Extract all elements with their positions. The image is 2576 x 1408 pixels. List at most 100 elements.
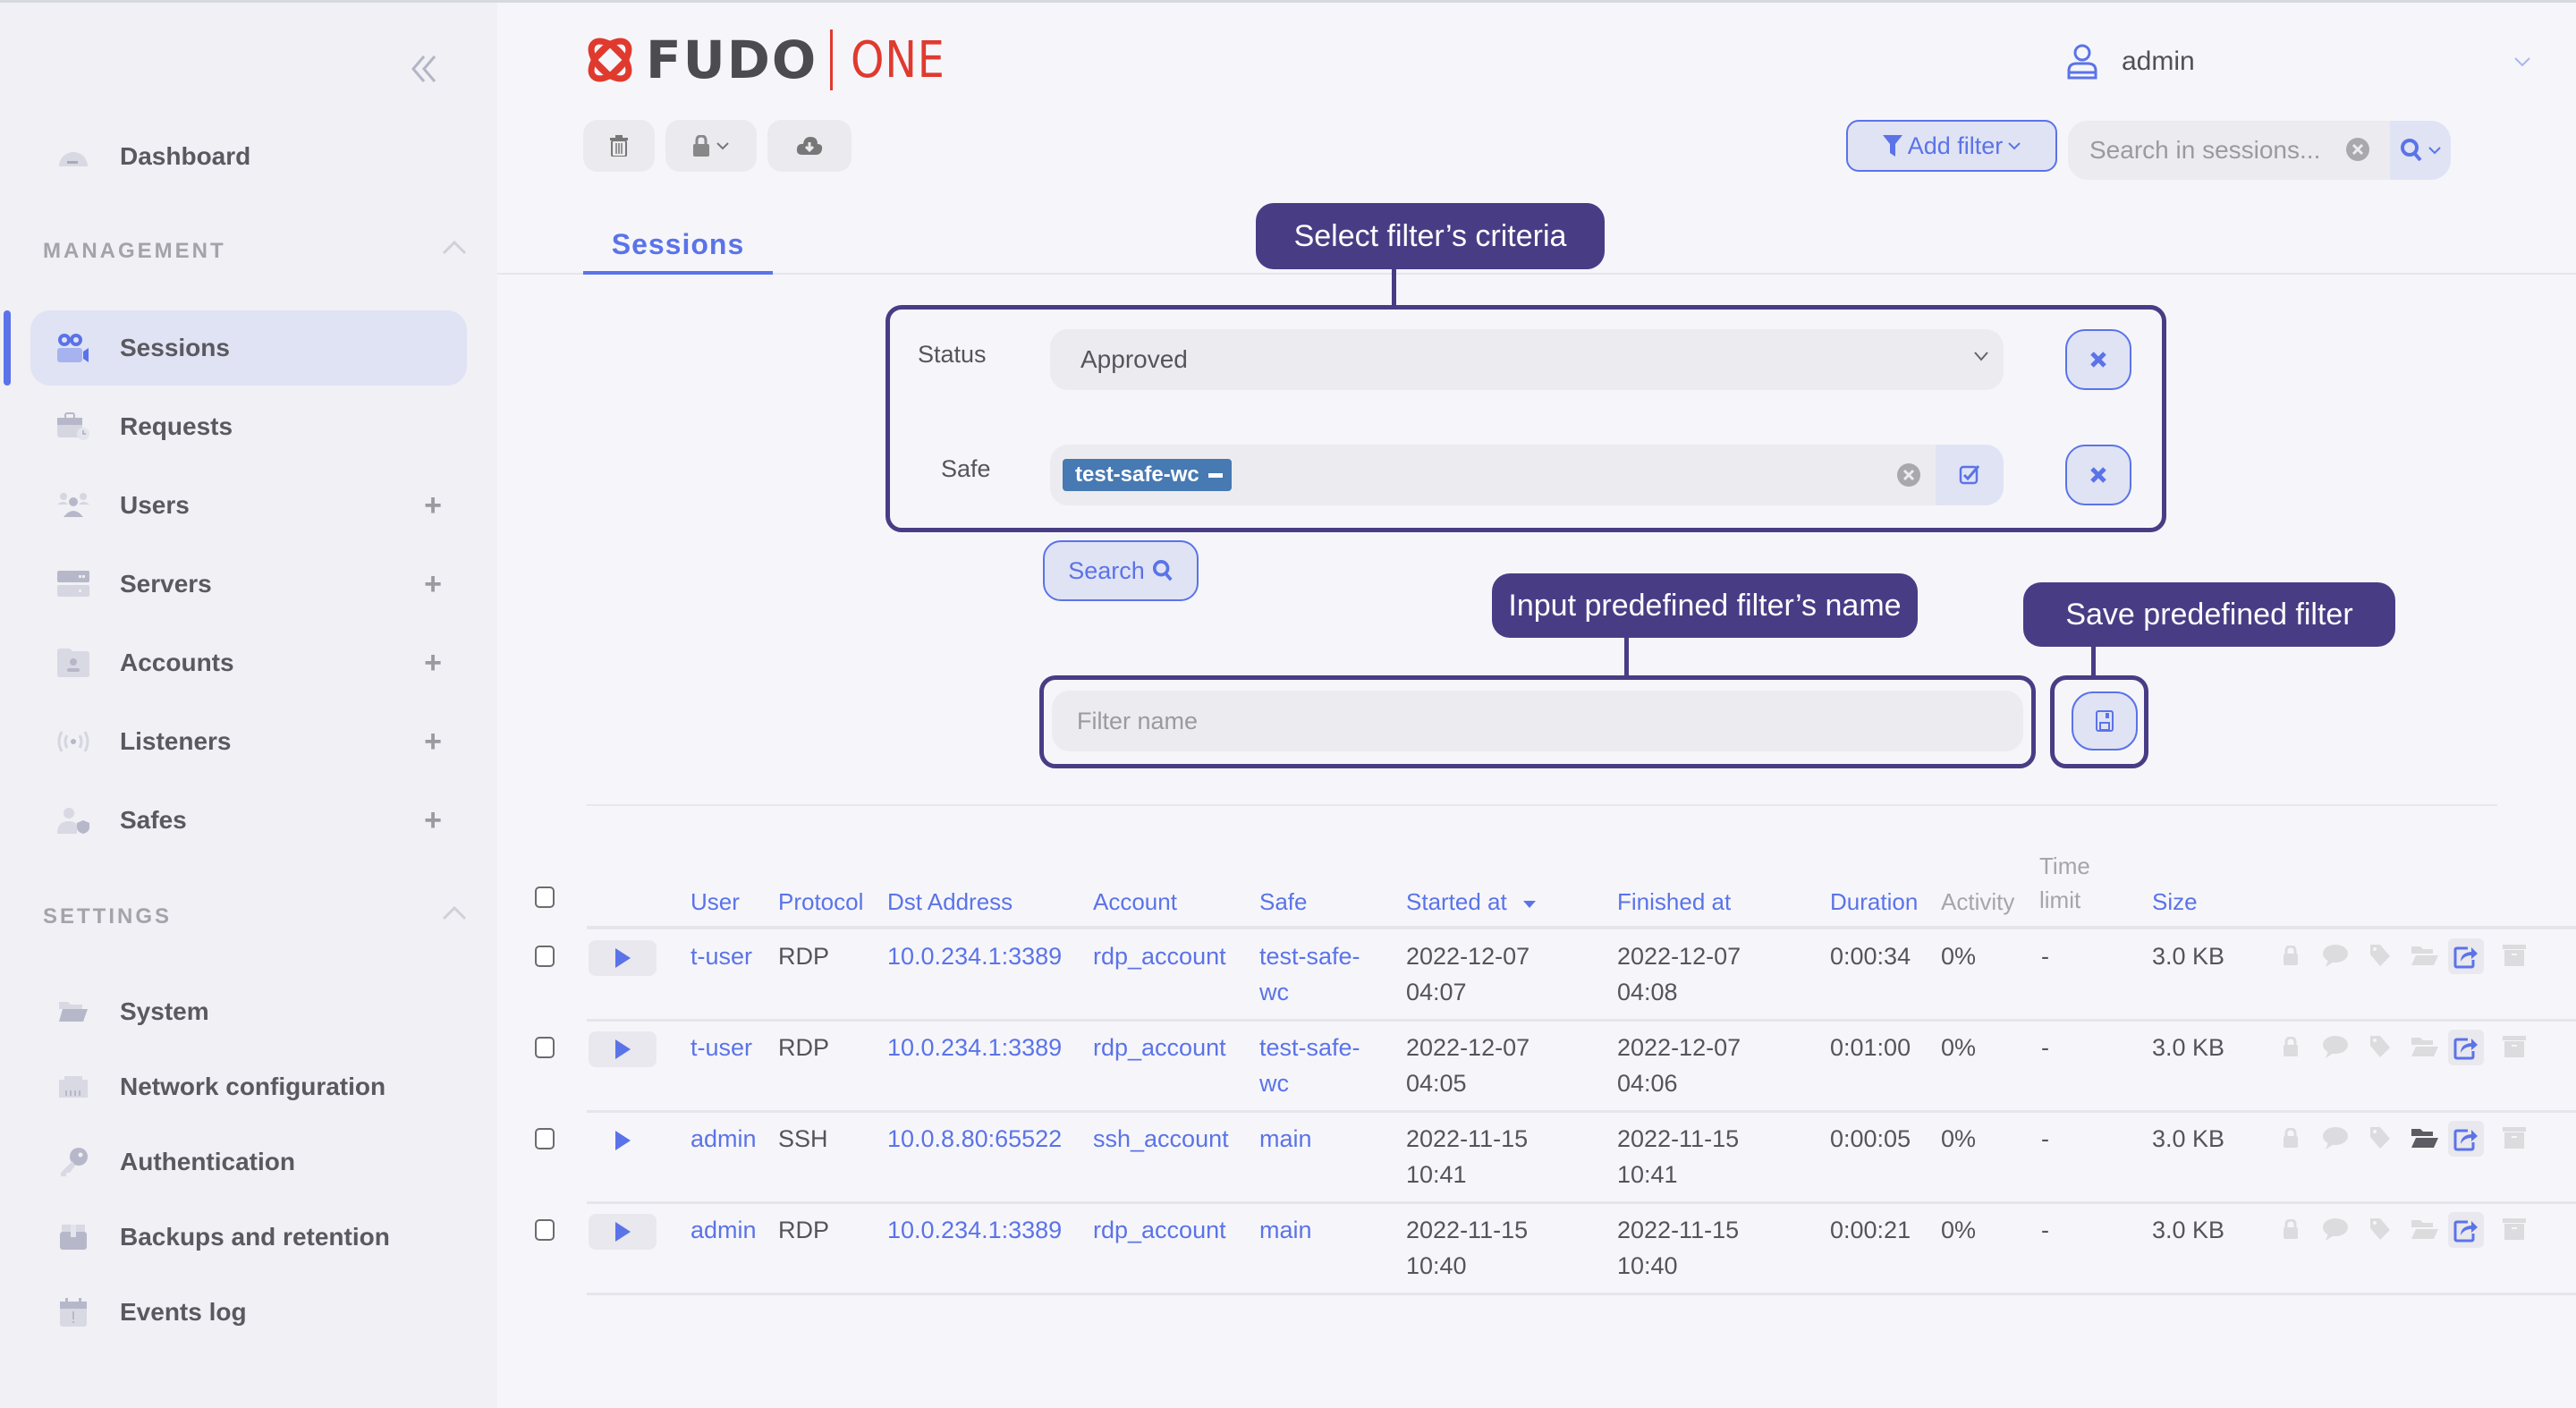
cell-account[interactable]: rdp_account (1093, 1030, 1226, 1065)
remove-tag-icon[interactable] (1208, 472, 1223, 478)
add-safe-button[interactable]: + (424, 805, 442, 835)
column-protocol[interactable]: Protocol (778, 888, 863, 916)
cell-user[interactable]: t-user (691, 938, 752, 974)
status-select[interactable]: Approved (1050, 329, 2004, 390)
sidebar-item-events-log[interactable]: Events log (30, 1275, 467, 1350)
select-safes-button[interactable] (1936, 445, 2004, 505)
share-action-button[interactable] (2448, 1212, 2484, 1248)
sessions-table-header: User Protocol Dst Address Account Safe S… (497, 852, 2576, 928)
search-input[interactable] (2068, 121, 2390, 180)
archive-action-button[interactable] (2501, 1216, 2528, 1243)
cell-user[interactable]: admin (691, 1212, 757, 1248)
sidebar-item-system[interactable]: System (30, 974, 467, 1049)
sidebar-item-accounts[interactable]: Accounts + (30, 625, 467, 700)
status-select-value: Approved (1080, 345, 1188, 373)
play-session-button[interactable] (589, 1214, 657, 1250)
folder-open-action-button[interactable] (2411, 1033, 2438, 1060)
safe-tag-input[interactable]: test-safe-wc (1050, 445, 2004, 505)
play-session-button[interactable] (589, 1123, 657, 1158)
share-action-button[interactable] (2448, 1030, 2484, 1065)
share-action-button[interactable] (2448, 938, 2484, 974)
sidebar-item-requests[interactable]: Requests (30, 389, 467, 464)
add-listener-button[interactable]: + (424, 726, 442, 757)
select-all-checkbox[interactable] (535, 886, 555, 908)
column-started-at[interactable]: Started at (1406, 888, 1537, 916)
tag-action-button[interactable] (2367, 1124, 2394, 1151)
comment-action-button[interactable] (2322, 1216, 2349, 1243)
filter-name-input[interactable] (1052, 691, 2023, 751)
remove-safe-filter-button[interactable] (2065, 445, 2131, 505)
column-finished-at[interactable]: Finished at (1617, 888, 1731, 916)
delete-button[interactable] (583, 120, 655, 172)
cell-safe[interactable]: test-safe-wc (1259, 938, 1360, 1010)
row-checkbox[interactable] (535, 1219, 555, 1241)
column-user[interactable]: User (691, 888, 740, 916)
lock-action-button[interactable] (2277, 1216, 2304, 1243)
sidebar-item-safes[interactable]: Safes + (30, 783, 467, 858)
tag-action-button[interactable] (2367, 1033, 2394, 1060)
remove-status-filter-button[interactable] (2065, 329, 2131, 390)
column-dst-address[interactable]: Dst Address (887, 888, 1013, 916)
folder-open-action-button[interactable] (2411, 942, 2438, 969)
cell-safe[interactable]: test-safe-wc (1259, 1030, 1360, 1101)
column-size[interactable]: Size (2152, 888, 2198, 916)
row-checkbox[interactable] (535, 946, 555, 967)
comment-action-button[interactable] (2322, 1033, 2349, 1060)
cell-account[interactable]: rdp_account (1093, 938, 1226, 974)
add-server-button[interactable]: + (424, 569, 442, 599)
comment-action-button[interactable] (2322, 1124, 2349, 1151)
play-session-button[interactable] (589, 1031, 657, 1067)
tab-sessions[interactable]: Sessions (583, 217, 773, 275)
sidebar-item-authentication[interactable]: Authentication (30, 1124, 467, 1200)
search-options-button[interactable] (2390, 121, 2451, 180)
archive-action-button[interactable] (2501, 1033, 2528, 1060)
tag-action-button[interactable] (2367, 1216, 2394, 1243)
row-checkbox[interactable] (535, 1037, 555, 1058)
lock-action-button[interactable] (2277, 942, 2304, 969)
cell-account[interactable]: rdp_account (1093, 1212, 1226, 1248)
cell-dst-address[interactable]: 10.0.8.80:65522 (887, 1121, 1062, 1157)
lock-action-button[interactable] (2277, 1033, 2304, 1060)
add-user-button[interactable]: + (424, 490, 442, 521)
chevron-up-icon[interactable] (442, 239, 467, 257)
cell-dst-address[interactable]: 10.0.234.1:3389 (887, 1030, 1062, 1065)
column-safe[interactable]: Safe (1259, 888, 1308, 916)
sidebar-item-servers[interactable]: Servers + (30, 547, 467, 622)
comment-action-button[interactable] (2322, 942, 2349, 969)
lock-action-button[interactable] (2277, 1124, 2304, 1151)
sidebar-item-backups-and-retention[interactable]: Backups and retention (30, 1200, 467, 1275)
folder-open-action-button[interactable] (2411, 1216, 2438, 1243)
save-filter-button[interactable] (2072, 691, 2138, 751)
tag-action-button[interactable] (2367, 942, 2394, 969)
chevron-up-icon[interactable] (442, 904, 467, 922)
user-menu[interactable]: admin (2066, 38, 2531, 85)
sidebar-item-listeners[interactable]: Listeners + (30, 704, 467, 779)
play-session-button[interactable] (589, 940, 657, 976)
cell-user[interactable]: t-user (691, 1030, 752, 1065)
download-button[interactable] (767, 120, 852, 172)
column-duration[interactable]: Duration (1830, 888, 1918, 916)
sidebar-item-network-configuration[interactable]: Network configuration (30, 1049, 467, 1124)
cell-safe[interactable]: main (1259, 1121, 1312, 1157)
cell-safe[interactable]: main (1259, 1212, 1312, 1248)
clear-search-icon[interactable] (2345, 137, 2370, 162)
share-action-button[interactable] (2448, 1121, 2484, 1157)
sidebar-item-sessions[interactable]: Sessions (30, 310, 467, 386)
cell-user[interactable]: admin (691, 1121, 757, 1157)
column-account[interactable]: Account (1093, 888, 1177, 916)
sidebar-item-users[interactable]: Users + (30, 468, 467, 543)
archive-action-button[interactable] (2501, 942, 2528, 969)
cell-account[interactable]: ssh_account (1093, 1121, 1229, 1157)
lock-dropdown-button[interactable] (665, 120, 757, 172)
clear-tags-icon[interactable] (1896, 462, 1921, 488)
archive-action-button[interactable] (2501, 1124, 2528, 1151)
folder-open-action-button[interactable] (2411, 1124, 2438, 1151)
add-filter-button[interactable]: Add filter (1846, 120, 2057, 172)
cell-dst-address[interactable]: 10.0.234.1:3389 (887, 1212, 1062, 1248)
add-account-button[interactable]: + (424, 648, 442, 678)
search-button[interactable]: Search (1043, 540, 1199, 601)
collapse-sidebar-button[interactable] (404, 49, 444, 89)
row-checkbox[interactable] (535, 1128, 555, 1149)
sidebar-item-dashboard[interactable]: Dashboard (30, 119, 467, 194)
cell-dst-address[interactable]: 10.0.234.1:3389 (887, 938, 1062, 974)
